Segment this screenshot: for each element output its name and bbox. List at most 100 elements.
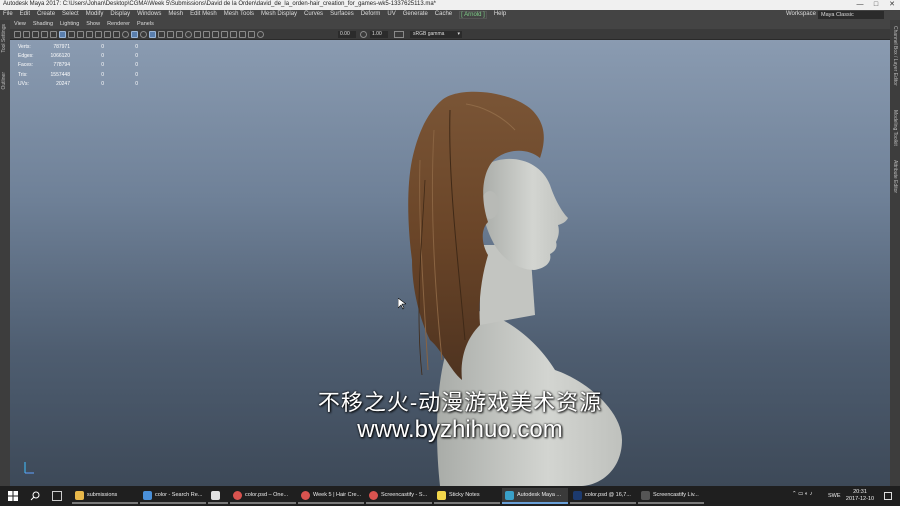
menu-help[interactable]: Help [494, 11, 506, 19]
taskbar-app[interactable]: Screencastify - S... [366, 488, 432, 504]
shadows-icon[interactable] [158, 31, 165, 38]
xray-active-icon[interactable] [212, 31, 219, 38]
search-icon[interactable] [30, 491, 40, 501]
taskbar-app-label: color.psd @ 16,7... [585, 492, 631, 498]
tool-settings-tab[interactable]: Tool Settings [1, 24, 7, 53]
menu-surfaces[interactable]: Surfaces [330, 11, 354, 19]
textured-icon[interactable] [140, 31, 147, 38]
view-transform-dropdown[interactable]: sRGB gamma ▾ [410, 31, 462, 38]
menu-uv[interactable]: UV [387, 11, 395, 19]
window-title: Autodesk Maya 2017: C:\Users\Johan\Deskt… [3, 1, 437, 7]
taskbar-app-active[interactable]: Autodesk Maya ... [502, 488, 568, 504]
taskbar-app[interactable]: Week 5 | Hair Cre... [298, 488, 364, 504]
attribute-editor-tab[interactable]: Attribute Editor [892, 160, 898, 193]
gate-mask-icon[interactable] [77, 31, 84, 38]
screencastify-icon [641, 490, 650, 500]
system-tray-icons[interactable]: ⌃ ▭ ◐ ♪ [792, 491, 812, 497]
backface-culling-icon[interactable] [221, 31, 228, 38]
use-all-lights-icon[interactable] [149, 31, 156, 38]
taskbar-app[interactable]: color.psd – One... [230, 488, 296, 504]
minimize-button[interactable]: — [852, 0, 868, 10]
select-camera-icon[interactable] [14, 31, 21, 38]
photoshop-icon [573, 490, 582, 500]
mouse-cursor-icon [398, 298, 406, 310]
taskbar-app[interactable]: color - Search Re... [140, 488, 206, 504]
menu-display[interactable]: Display [110, 11, 130, 19]
taskbar-app[interactable]: Screencastify Liv... [638, 488, 704, 504]
panel-menu-show[interactable]: Show [86, 21, 100, 27]
outliner-tab[interactable]: Outliner [1, 72, 7, 90]
xray-icon[interactable] [194, 31, 201, 38]
notifications-icon[interactable] [884, 492, 892, 500]
panel-menu-view[interactable]: View [14, 21, 26, 27]
exposure-icon[interactable] [257, 31, 264, 38]
maya-icon [505, 490, 514, 500]
close-button[interactable]: ✕ [884, 0, 900, 10]
menu-mesh-tools[interactable]: Mesh Tools [224, 11, 254, 19]
windows-start-icon[interactable] [8, 491, 18, 501]
camera-attributes-icon[interactable] [23, 31, 30, 38]
menu-file[interactable]: File [3, 11, 13, 19]
menu-modify[interactable]: Modify [86, 11, 104, 19]
menu-generate[interactable]: Generate [403, 11, 428, 19]
gamma-icon[interactable] [360, 31, 367, 38]
grid-icon[interactable] [50, 31, 57, 38]
taskbar-app[interactable]: submissions [72, 488, 138, 504]
watermark-title: 不移之火-动漫游戏美术资源 [317, 390, 603, 415]
film-gate-icon[interactable] [59, 31, 66, 38]
taskbar-clock[interactable]: 20:31 2017-12-10 [842, 489, 878, 503]
menu-mesh-display[interactable]: Mesh Display [261, 11, 297, 19]
bookmark-icon[interactable] [32, 31, 39, 38]
maximize-button[interactable]: □ [868, 0, 884, 10]
image-plane-icon[interactable] [41, 31, 48, 38]
taskbar-app-label: Sticky Notes [449, 492, 480, 498]
screen-space-ao-icon[interactable] [248, 31, 255, 38]
menu-curves[interactable]: Curves [304, 11, 323, 19]
field-chart-icon[interactable] [86, 31, 93, 38]
taskbar-app[interactable] [208, 488, 228, 504]
workspace-dropdown[interactable]: Maya Classic [818, 11, 884, 19]
channel-box-tab[interactable]: Channel Box / Layer Editor [892, 26, 898, 86]
language-indicator[interactable]: SWE [828, 493, 841, 499]
main-menubar: File Edit Create Select Modify Display W… [0, 10, 900, 20]
taskbar-app-label: Screencastify - S... [381, 492, 428, 498]
taskbar-app-label: submissions [87, 492, 118, 498]
taskbar-app-label: color.psd – One... [245, 492, 289, 498]
view-transform-value: sRGB gamma [413, 31, 445, 37]
xray-joints-icon[interactable] [203, 31, 210, 38]
wireframe-icon[interactable] [113, 31, 120, 38]
smooth-shade-icon[interactable] [122, 31, 129, 38]
app-c-icon [211, 490, 220, 500]
menu-mesh[interactable]: Mesh [168, 11, 183, 19]
safe-title-icon[interactable] [104, 31, 111, 38]
task-view-icon[interactable] [52, 491, 62, 501]
exposure-field[interactable]: 0.00 [338, 31, 356, 38]
chrome-icon [301, 490, 310, 500]
chevron-down-icon: ▾ [457, 31, 460, 37]
panel-menu-lighting[interactable]: Lighting [60, 21, 79, 27]
menu-edit-mesh[interactable]: Edit Mesh [190, 11, 217, 19]
depth-peeling-icon[interactable] [230, 31, 237, 38]
gamma-field[interactable]: 1.00 [370, 31, 388, 38]
resolution-gate-icon[interactable] [68, 31, 75, 38]
panel-menu-panels[interactable]: Panels [137, 21, 154, 27]
modeling-toolkit-tab[interactable]: Modeling Toolkit [892, 110, 898, 146]
multisample-icon[interactable] [239, 31, 246, 38]
motion-blur-icon[interactable] [176, 31, 183, 38]
menu-arnold[interactable]: [ Arnold ] [459, 11, 487, 19]
menu-deform[interactable]: Deform [361, 11, 381, 19]
color-management-icon[interactable] [394, 31, 404, 38]
menu-create[interactable]: Create [37, 11, 55, 19]
panel-menu-shading[interactable]: Shading [33, 21, 53, 27]
panel-menu-renderer[interactable]: Renderer [107, 21, 130, 27]
taskbar-app[interactable]: Sticky Notes [434, 488, 500, 504]
safe-action-icon[interactable] [95, 31, 102, 38]
menu-edit[interactable]: Edit [20, 11, 30, 19]
taskbar-app[interactable]: color.psd @ 16,7... [570, 488, 636, 504]
isolate-select-icon[interactable] [185, 31, 192, 38]
menu-windows[interactable]: Windows [137, 11, 161, 19]
wireframe-on-shaded-icon[interactable] [131, 31, 138, 38]
menu-select[interactable]: Select [62, 11, 79, 19]
menu-cache[interactable]: Cache [435, 11, 452, 19]
ambient-occlusion-icon[interactable] [167, 31, 174, 38]
